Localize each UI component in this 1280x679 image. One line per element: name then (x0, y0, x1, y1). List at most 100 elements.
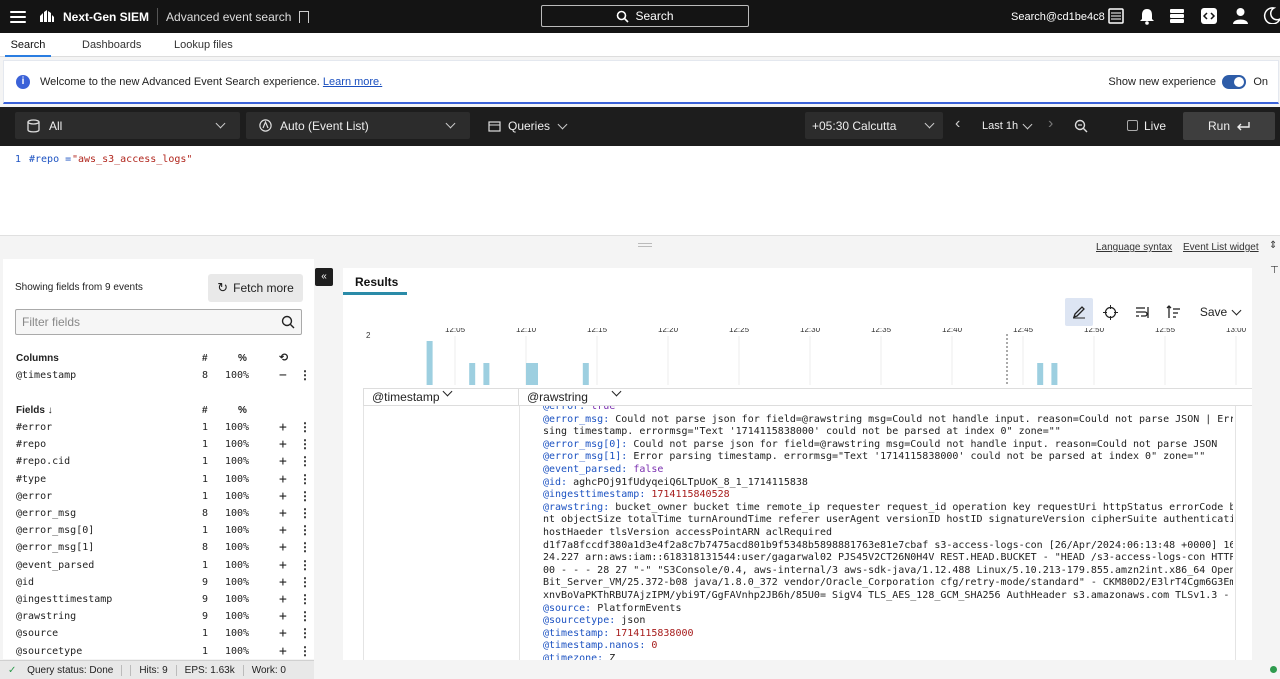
column-row[interactable]: @timestamp 8 100% − ⋮ (16, 368, 311, 385)
add-icon[interactable]: + (279, 523, 287, 538)
user-label[interactable]: Search@cd1be4c8 (1011, 11, 1105, 23)
highlight-button[interactable] (1065, 298, 1093, 326)
more-icon[interactable]: ⋮ (299, 523, 311, 537)
collapse-panel-button[interactable]: « (315, 268, 333, 286)
add-icon[interactable]: + (279, 454, 287, 469)
mode-dropdown[interactable]: Auto (Event List) (246, 112, 470, 139)
more-icon[interactable]: ⋮ (299, 558, 311, 572)
histogram-bar[interactable] (1051, 363, 1058, 385)
more-icon[interactable]: ⋮ (299, 575, 311, 589)
add-icon[interactable]: + (279, 472, 287, 487)
tab-results[interactable]: Results (355, 275, 398, 289)
field-row[interactable]: @error 1 100% + ⋮ (16, 489, 311, 506)
tab-search[interactable]: Search (5, 33, 51, 57)
field-row[interactable]: @sourcetype 1 100% + ⋮ (16, 644, 311, 661)
run-button[interactable]: Run (1183, 112, 1275, 140)
menu-icon[interactable] (10, 10, 26, 23)
field-row[interactable]: @error_msg[0] 1 100% + ⋮ (16, 523, 311, 540)
notes-icon[interactable] (1108, 8, 1124, 24)
code-icon[interactable] (1201, 8, 1217, 24)
pin-icon[interactable]: ⊤ (1270, 265, 1279, 276)
histogram-bar[interactable] (1037, 363, 1044, 385)
add-icon[interactable]: + (279, 644, 287, 659)
more-icon[interactable]: ⋮ (299, 540, 311, 554)
field-row[interactable]: @error_msg 8 100% + ⋮ (16, 506, 311, 523)
more-icon[interactable]: ⋮ (299, 454, 311, 468)
rawstring-column-label[interactable]: @rawstring (527, 390, 588, 404)
add-icon[interactable]: + (279, 626, 287, 641)
histogram-bar[interactable] (426, 341, 433, 385)
field-row[interactable]: #type 1 100% + ⋮ (16, 472, 311, 489)
field-row[interactable]: @id 9 100% + ⋮ (16, 575, 311, 592)
add-icon[interactable]: + (279, 420, 287, 435)
moon-icon[interactable] (1263, 7, 1280, 24)
remove-icon[interactable]: − (279, 368, 287, 383)
resize-divider[interactable]: Language syntax Event List widget (0, 235, 1280, 259)
field-row[interactable]: @ingesttimestamp 9 100% + ⋮ (16, 592, 311, 609)
expand-icon[interactable]: ⇕ (1269, 240, 1277, 251)
bookmark-icon[interactable] (299, 10, 310, 23)
tab-lookup-files[interactable]: Lookup files (174, 33, 233, 57)
histogram-bar[interactable] (526, 363, 532, 385)
histogram-bar[interactable] (469, 363, 476, 385)
add-icon[interactable]: + (279, 489, 287, 504)
add-icon[interactable]: + (279, 575, 287, 590)
live-checkbox[interactable] (1127, 120, 1138, 131)
more-icon[interactable]: ⋮ (299, 472, 311, 486)
filter-fields-input[interactable]: Filter fields (15, 309, 302, 335)
stack-icon[interactable] (1169, 8, 1185, 24)
more-icon[interactable]: ⋮ (299, 592, 311, 606)
more-icon[interactable]: ⋮ (299, 437, 311, 451)
field-row[interactable]: @error_msg[1] 8 100% + ⋮ (16, 540, 311, 557)
field-row[interactable]: #repo 1 100% + ⋮ (16, 437, 311, 454)
queries-dropdown[interactable]: Queries (480, 112, 570, 139)
more-icon[interactable]: ⋮ (299, 420, 311, 434)
show-new-experience-toggle[interactable] (1222, 75, 1246, 89)
repository-dropdown[interactable]: All (15, 112, 240, 139)
fields-title[interactable]: Fields ↓ (16, 405, 53, 416)
field-row[interactable]: @rawstring 9 100% + ⋮ (16, 609, 311, 626)
more-icon[interactable]: ⋮ (299, 609, 311, 623)
wrap-button[interactable] (1128, 298, 1156, 326)
user-icon[interactable] (1232, 7, 1249, 24)
save-dropdown[interactable]: Save (1195, 298, 1245, 326)
reset-icon[interactable]: ⟲ (279, 351, 288, 364)
chevron-right-icon[interactable]: › (1048, 115, 1053, 133)
add-icon[interactable]: + (279, 506, 287, 521)
user-menu[interactable]: Search@cd1be4c8 (1011, 0, 1105, 33)
field-row[interactable]: #error 1 100% + ⋮ (16, 420, 311, 437)
field-row[interactable]: @event_parsed 1 100% + ⋮ (16, 558, 311, 575)
field-row[interactable]: #repo.cid 1 100% + ⋮ (16, 454, 311, 471)
chevron-left-icon[interactable]: ‹ (955, 115, 960, 133)
add-icon[interactable]: + (279, 609, 287, 624)
bell-icon[interactable] (1139, 8, 1155, 25)
query-editor[interactable]: 1 #repo = "aws_s3_access_logs" (0, 146, 1280, 235)
event-detail[interactable]: @error: true @error_msg: Could not parse … (543, 406, 1233, 660)
sort-button[interactable] (1159, 298, 1187, 326)
add-icon[interactable]: + (279, 592, 287, 607)
event-list-widget-link[interactable]: Event List widget (1183, 242, 1259, 253)
histogram-bar[interactable] (483, 363, 490, 385)
timezone-dropdown[interactable]: +05:30 Calcutta (805, 112, 943, 139)
zoom-out-icon[interactable] (1074, 119, 1088, 133)
more-icon[interactable]: ⋮ (299, 626, 311, 640)
global-search-button[interactable]: Search (541, 5, 749, 27)
more-icon[interactable]: ⋮ (299, 644, 311, 658)
more-icon[interactable]: ⋮ (299, 368, 311, 382)
histogram-bar[interactable] (532, 363, 538, 385)
more-icon[interactable]: ⋮ (299, 489, 311, 503)
fetch-more-button[interactable]: ↻ Fetch more (208, 274, 303, 302)
tab-dashboards[interactable]: Dashboards (82, 33, 141, 57)
timestamp-column-header[interactable]: @timestamp (363, 386, 519, 405)
learn-more-link[interactable]: Learn more. (323, 76, 382, 88)
add-icon[interactable]: + (279, 540, 287, 555)
time-range-dropdown[interactable]: Last 1h (976, 112, 1036, 139)
field-row[interactable]: @source 1 100% + ⋮ (16, 626, 311, 643)
add-icon[interactable]: + (279, 558, 287, 573)
language-syntax-link[interactable]: Language syntax (1096, 242, 1172, 253)
add-icon[interactable]: + (279, 437, 287, 452)
drag-handle-icon[interactable] (638, 243, 652, 247)
more-icon[interactable]: ⋮ (299, 506, 311, 520)
event-histogram[interactable]: 2 12:05 12:10 12:15 12:20 12:25 12:30 12:35 12:4… (343, 328, 1252, 386)
crosshair-button[interactable] (1096, 298, 1124, 326)
